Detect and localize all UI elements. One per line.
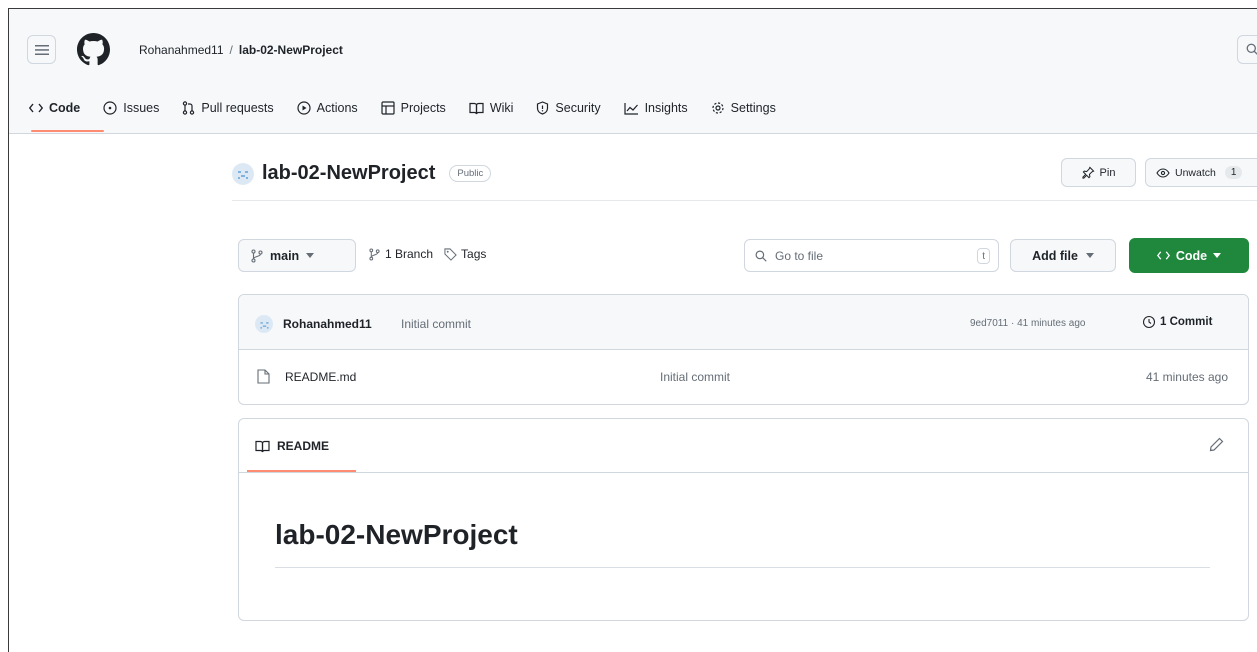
visibility-badge: Public: [449, 165, 492, 182]
tab-settings-label: Settings: [730, 101, 776, 115]
file-commit-message[interactable]: Initial commit: [660, 370, 730, 384]
file-time: 41 minutes ago: [1145, 370, 1228, 384]
unwatch-label: Unwatch: [1175, 166, 1216, 179]
add-file-button[interactable]: Add file: [1010, 239, 1116, 272]
tab-issues-label: Issues: [123, 101, 160, 115]
readme-header: README: [239, 419, 1248, 473]
tab-projects[interactable]: Projects: [381, 93, 459, 123]
caret-down-icon: [1213, 253, 1222, 258]
book-icon: [469, 102, 484, 114]
caret-down-icon: [1085, 253, 1094, 258]
table-row[interactable]: README.md Initial commit 41 minutes ago: [239, 350, 1248, 404]
search-icon: [1246, 43, 1257, 56]
pin-button[interactable]: Pin: [1061, 158, 1136, 187]
tab-code[interactable]: Code: [29, 93, 93, 123]
pin-icon: [1081, 166, 1095, 179]
tab-readme[interactable]: README: [255, 439, 329, 453]
active-tab-indicator: [31, 130, 104, 132]
readme-heading: lab-02-NewProject: [275, 519, 518, 550]
go-to-file-placeholder: Go to file: [775, 248, 824, 263]
tab-security[interactable]: Security: [536, 93, 613, 123]
branch-name: main: [270, 248, 300, 263]
graph-icon: [623, 102, 638, 115]
tab-security-label: Security: [555, 101, 601, 115]
divider: [232, 200, 1257, 201]
browser-frame: Rohanahmed11 / lab-02-NewProject Code Is…: [8, 8, 1257, 652]
branch-count-link[interactable]: 1 Branch: [385, 247, 433, 261]
gear-icon: [712, 102, 724, 114]
book-icon: [255, 440, 270, 452]
pin-label: Pin: [1099, 166, 1116, 179]
breadcrumb-owner[interactable]: Rohanahmed11: [139, 43, 224, 57]
tab-wiki[interactable]: Wiki: [469, 93, 527, 123]
hamburger-icon: [34, 44, 49, 55]
tags-link[interactable]: Tags: [444, 247, 486, 261]
branch-icon: [251, 248, 263, 263]
latest-commit-row: Rohanahmed11 Initial commit 9ed7011 · 41…: [239, 295, 1248, 350]
repo-nav: Code Issues Pull requests Actions Projec…: [29, 93, 799, 123]
identicon-icon: [238, 170, 248, 179]
tab-insights[interactable]: Insights: [623, 93, 701, 123]
file-icon: [257, 369, 270, 384]
code-button-label: Code: [1175, 248, 1208, 263]
avatar[interactable]: [232, 162, 254, 185]
tag-icon: [444, 247, 457, 261]
branch-info: 1 Branch Tags: [369, 247, 486, 261]
identicon-icon: [259, 321, 269, 329]
history-icon: [1142, 315, 1156, 329]
unwatch-button[interactable]: Unwatch 1: [1145, 158, 1257, 187]
commit-hash-time[interactable]: 9ed7011 · 41 minutes ago: [970, 318, 1085, 329]
commit-message[interactable]: Initial commit: [401, 317, 471, 331]
search-icon: [755, 250, 767, 262]
tab-insights-label: Insights: [644, 101, 688, 115]
code-button[interactable]: Code: [1129, 238, 1249, 273]
commit-count-link[interactable]: 1 Commit: [1142, 315, 1212, 329]
issue-icon: [103, 101, 117, 115]
commit-author[interactable]: Rohanahmed11: [283, 317, 372, 331]
avatar[interactable]: [255, 315, 273, 333]
tab-actions-label: Actions: [316, 101, 358, 115]
breadcrumb-repo[interactable]: lab-02-NewProject: [239, 43, 343, 57]
branch-selector[interactable]: main: [238, 239, 356, 272]
search-button[interactable]: [1237, 35, 1257, 64]
branch-icon: [369, 247, 380, 261]
repo-name[interactable]: lab-02-NewProject: [262, 162, 435, 185]
active-tab-indicator: [247, 470, 356, 472]
add-file-label: Add file: [1032, 248, 1078, 263]
code-icon: [29, 103, 43, 113]
eye-icon: [1156, 167, 1170, 178]
watch-count: 1: [1224, 166, 1243, 179]
keyboard-shortcut: t: [977, 248, 990, 264]
divider: [275, 567, 1210, 568]
code-icon: [1156, 251, 1170, 260]
commit-count-label: 1 Commit: [1160, 316, 1213, 328]
shield-icon: [537, 101, 549, 115]
repo-title: lab-02-NewProject Public: [232, 162, 492, 185]
tab-code-label: Code: [49, 101, 81, 115]
pencil-icon[interactable]: [1209, 437, 1224, 452]
file-browser: Rohanahmed11 Initial commit 9ed7011 · 41…: [238, 294, 1249, 405]
repo-header: Rohanahmed11 / lab-02-NewProject Code Is…: [9, 9, 1257, 134]
tab-wiki-label: Wiki: [489, 101, 514, 115]
tab-pull-requests[interactable]: Pull requests: [182, 93, 286, 123]
github-logo-icon[interactable]: [77, 33, 110, 66]
breadcrumb-separator: /: [229, 43, 233, 57]
readme-panel: README lab-02-NewProject: [238, 418, 1249, 621]
tab-pull-requests-label: Pull requests: [201, 101, 274, 115]
breadcrumb: Rohanahmed11 / lab-02-NewProject: [139, 43, 343, 57]
tab-readme-label: README: [277, 439, 330, 453]
go-to-file-input[interactable]: Go to file t: [744, 239, 999, 272]
tab-actions[interactable]: Actions: [297, 93, 371, 123]
table-icon: [381, 101, 395, 115]
pull-request-icon: [183, 101, 195, 115]
tab-issues[interactable]: Issues: [103, 93, 172, 123]
tab-projects-label: Projects: [400, 101, 446, 115]
menu-button[interactable]: [27, 35, 56, 64]
caret-down-icon: [306, 253, 315, 258]
file-name[interactable]: README.md: [285, 370, 356, 384]
tab-settings[interactable]: Settings: [711, 93, 789, 123]
tags-label: Tags: [461, 247, 487, 261]
play-icon: [297, 101, 311, 115]
